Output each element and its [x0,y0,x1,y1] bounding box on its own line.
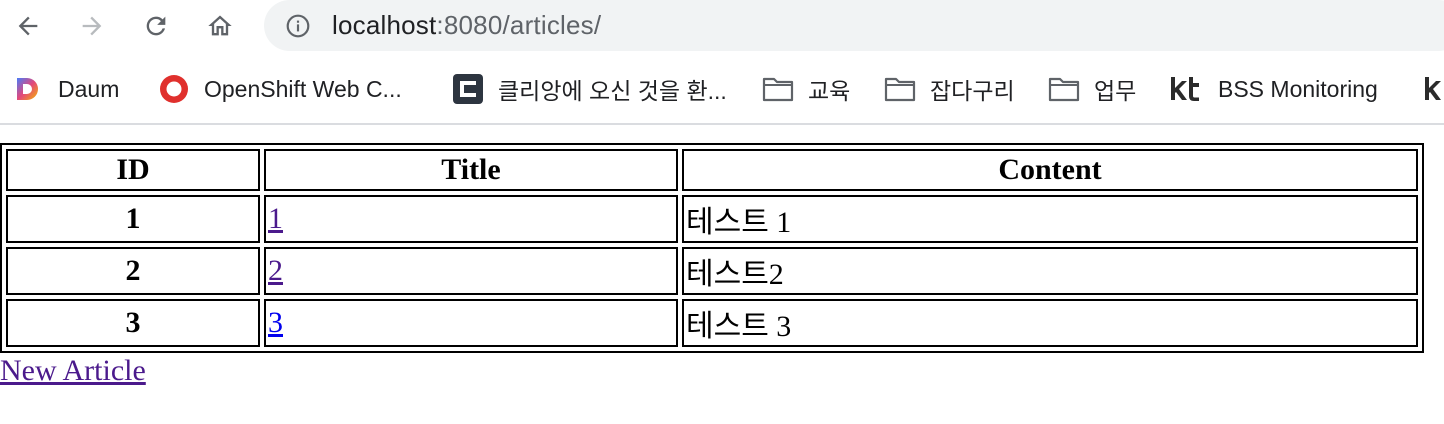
new-article-link[interactable]: New Article [0,354,146,388]
row-content: 테스트2 [682,247,1418,295]
bookmark-label: 업무 [1094,78,1137,104]
header-title: Title [264,149,678,191]
row-id: 1 [6,195,260,243]
table-row: 2 2 테스트2 [6,247,1418,295]
back-button[interactable] [8,6,48,46]
row-title: 2 [264,247,678,295]
bookmark-label: OpenShift Web C... [204,75,402,102]
daum-icon [12,73,44,105]
home-button[interactable] [200,6,240,46]
row-title: 3 [264,299,678,347]
bookmark-label: 교육 [808,78,851,104]
url-text[interactable]: localhost:8080/articles/ [332,10,601,41]
bookmark-folder-work[interactable]: 업무 [1048,69,1136,109]
table-row: 3 3 테스트 3 [6,299,1418,347]
bookmark-overflow[interactable] [1422,69,1444,109]
reload-icon [146,16,166,36]
home-icon [208,15,232,36]
kt-icon [1168,73,1204,105]
header-content: Content [682,149,1418,191]
article-title-link[interactable]: 1 [268,202,283,235]
kt-icon [1422,73,1444,105]
site-info-icon[interactable] [284,12,312,40]
row-id: 2 [6,247,260,295]
row-content: 테스트 1 [682,195,1418,243]
bookmark-folder-education[interactable]: 교육 [762,69,850,109]
articles-table: ID Title Content 1 1 테스트 1 2 2 테스트2 3 3 … [0,143,1424,353]
reload-button[interactable] [136,6,176,46]
table-header-row: ID Title Content [6,149,1418,191]
clien-icon [452,73,484,105]
table-row: 1 1 테스트 1 [6,195,1418,243]
bookmark-openshift[interactable]: OpenShift Web C... [158,69,402,109]
url-path: :8080/articles/ [436,10,602,40]
bookmark-label: 잡다구리 [930,78,1015,104]
bookmark-label: Daum [58,75,120,102]
back-arrow-icon [18,16,38,36]
bookmark-clien[interactable]: 클리앙에 오신 것을 환... [452,69,727,109]
address-bar[interactable]: localhost:8080/articles/ [264,0,1444,51]
bookmark-folder-misc[interactable]: 잡다구리 [884,69,1015,109]
folder-icon [762,73,794,105]
forward-button[interactable] [72,6,112,46]
browser-toolbar: localhost:8080/articles/ [0,0,1444,57]
row-id: 3 [6,299,260,347]
bookmarks-bar: Daum OpenShift Web C... 클리앙에 오신 것을 환... … [0,57,1444,125]
header-id: ID [6,149,260,191]
row-title: 1 [264,195,678,243]
bookmark-label: 클리앙에 오신 것을 환... [498,78,727,104]
url-host: localhost [332,10,437,40]
forward-arrow-icon [82,16,102,36]
openshift-icon [158,73,190,105]
article-title-link[interactable]: 3 [268,306,283,339]
page-content: ID Title Content 1 1 테스트 1 2 2 테스트2 3 3 … [0,125,1444,388]
bookmark-daum[interactable]: Daum [12,69,119,109]
row-content: 테스트 3 [682,299,1418,347]
folder-icon [1048,73,1080,105]
bookmark-bss-monitoring[interactable]: BSS Monitoring [1168,69,1378,109]
folder-icon [884,73,916,105]
article-title-link[interactable]: 2 [268,254,283,287]
bookmark-label: BSS Monitoring [1218,75,1378,102]
